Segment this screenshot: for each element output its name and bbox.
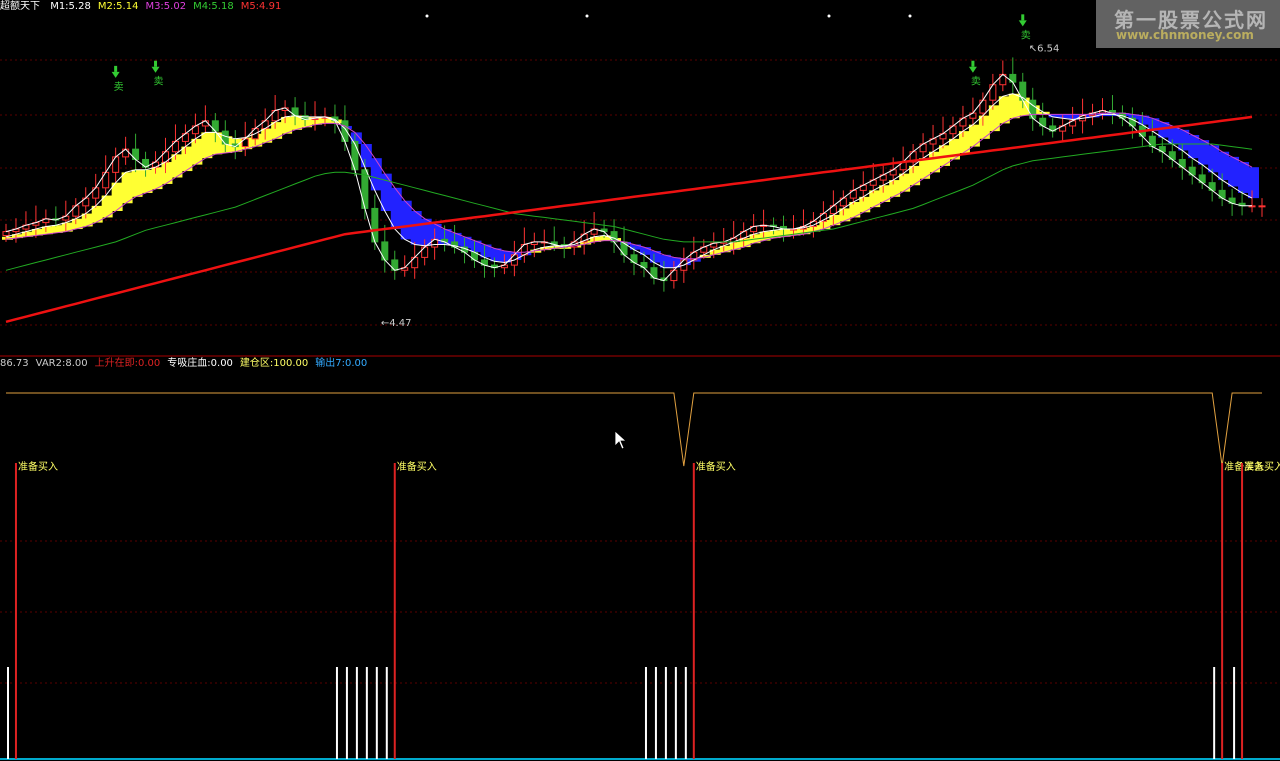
band-step (1218, 151, 1230, 181)
sell-arrow-icon (1018, 20, 1027, 27)
top-marker-dot (827, 14, 831, 18)
band-step (1188, 134, 1200, 159)
top-legend-item: M3:5.02 (145, 1, 187, 12)
ma-line-m1 (5, 73, 1252, 282)
price-extreme-label: ↖6.54 (1029, 44, 1060, 55)
sell-label: 卖 (971, 76, 981, 88)
sell-arrow-stem (1021, 14, 1025, 21)
sell-label: 卖 (1021, 29, 1031, 41)
band-step (1008, 93, 1020, 119)
band-step (1228, 156, 1240, 187)
sub-legend-item: 86.73 (0, 358, 29, 369)
sell-arrow-stem (114, 65, 118, 72)
buy-signal-label: 准备买入 (397, 460, 437, 473)
band-step (978, 115, 990, 139)
sell-label: 卖 (114, 81, 124, 93)
top-marker-dot (425, 14, 429, 18)
candle-body (1258, 205, 1266, 208)
watermark: 第一股票公式网 www.chnmoney.com (1096, 0, 1280, 48)
indicator-name: 超额天下 (0, 1, 40, 12)
band-step (659, 254, 671, 268)
watermark-url: www.chnmoney.com (1116, 28, 1254, 42)
candle-body (989, 84, 997, 101)
sub-legend-item: 输出7:0.00 (315, 358, 368, 369)
top-legend-item: M5:4.91 (240, 1, 282, 12)
candle-body (351, 140, 359, 171)
sell-arrow-icon (968, 66, 977, 73)
price-extreme-label: ←4.47 (381, 318, 412, 329)
band-step (1238, 162, 1250, 193)
top-legend: 超额天下 M1:5.28 M2:5.14 M3:5.02 M4:5.18 M5:4.91 (0, 0, 295, 14)
sub-legend-item: 上升在即:0.00 (94, 358, 161, 369)
candle-body (381, 241, 389, 261)
candle-body (371, 207, 379, 243)
band-step (490, 248, 502, 262)
candle-body (1029, 99, 1037, 119)
band-step (141, 169, 153, 193)
candle-body (112, 156, 120, 173)
top-legend-item: M2:5.14 (97, 1, 139, 12)
sell-arrow-icon (151, 66, 160, 73)
sell-arrow-stem (971, 60, 975, 67)
buy-signal-label: 准备买入 (696, 460, 736, 473)
top-marker-dot (585, 14, 589, 18)
band-step (410, 211, 422, 245)
band-step (998, 96, 1010, 124)
candle-body (2, 231, 10, 236)
chart-canvas: 卖卖卖卖↖6.54←4.47准备买入 准备买入 准备买入 准备买入准备买入 (0, 14, 1280, 760)
band-step (360, 144, 372, 168)
band-step (968, 124, 980, 147)
buy-signal-label: 准备买入 (18, 460, 58, 473)
sub-legend-item: VAR2:8.00 (35, 358, 88, 369)
sub-legend: 86.73 VAR2:8.00 上升在即:0.00 专吸庄血:0.00 建仓区:100.… (0, 357, 381, 371)
band-step (1208, 145, 1220, 173)
sell-arrow-icon (111, 71, 120, 78)
band-step (211, 132, 223, 155)
band-step (121, 172, 133, 204)
sub-legend-item: 建仓区:100.00 (239, 358, 309, 369)
band-step (1248, 167, 1259, 199)
sell-arrow-stem (154, 60, 158, 67)
buy-signal-label: 准备买入 (1244, 460, 1280, 473)
ma-line-m2 (5, 93, 1253, 269)
signal-line-jiancang (6, 392, 1262, 467)
sub-legend-item: 专吸庄血:0.00 (167, 358, 233, 369)
top-marker-dot (908, 14, 912, 18)
top-legend-item: M1:5.28 (50, 1, 91, 12)
top-legend-item: M4:5.18 (193, 1, 234, 12)
band-step (131, 169, 143, 197)
mouse-cursor-icon (614, 430, 628, 450)
band-step (899, 173, 911, 192)
band-step (201, 132, 213, 159)
ma-line-m3 (5, 112, 1253, 260)
sell-label: 卖 (154, 76, 164, 88)
